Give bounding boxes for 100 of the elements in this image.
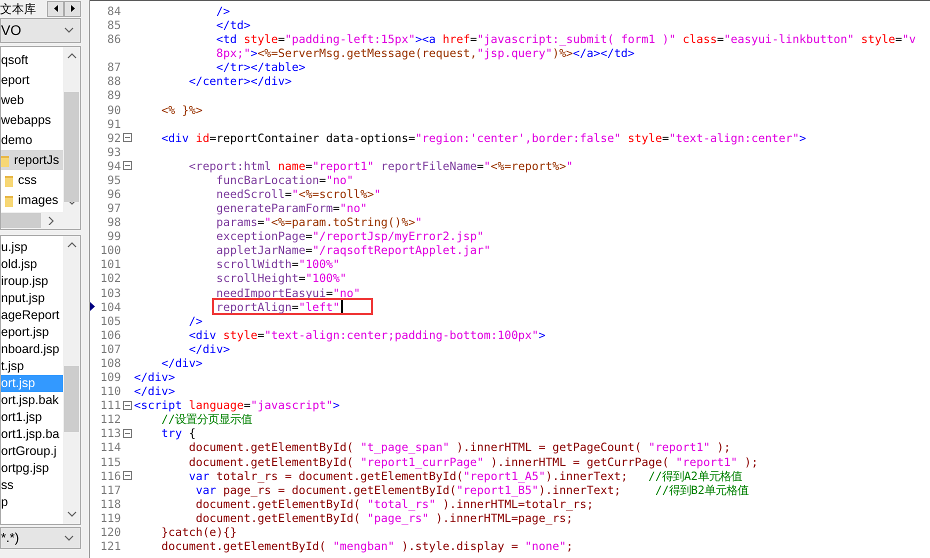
scrollbar[interactable]: [63, 236, 80, 524]
file-item[interactable]: ageReport: [1, 307, 63, 324]
line-number: 93: [106, 144, 121, 159]
line-number: 118: [99, 496, 121, 511]
code-line: <td style="padding-left:15px"><a href="javascript:_submit( form1 )" class="easyui-linkbutton" style="v: [215, 32, 916, 46]
line-number: 107: [99, 342, 121, 356]
chevron-down-icon: [64, 534, 74, 542]
code-line: generateParamForm="no": [215, 201, 368, 216]
horizontal-scrollbar[interactable]: [1, 212, 80, 229]
previous-button[interactable]: [47, 0, 64, 16]
line-number: 112: [99, 412, 121, 426]
tree-item[interactable]: demo: [1, 130, 63, 150]
code-line: </div>: [160, 356, 203, 370]
file-item[interactable]: p: [1, 494, 63, 511]
line-number: 109: [99, 370, 121, 384]
scroll-thumb[interactable]: [64, 92, 79, 202]
next-button[interactable]: [64, 0, 81, 16]
tree-item[interactable]: qsoft: [1, 50, 63, 70]
tree-item[interactable]: web: [1, 90, 63, 110]
line-number: 91: [106, 116, 121, 131]
code-line: }catch(e){}: [160, 524, 237, 539]
code-line: exceptionPage="/reportJsp/myError2.jsp": [215, 229, 484, 244]
file-type-dropdown[interactable]: *.*): [0, 527, 81, 549]
code-line: <report:html name="report1" reportFileName="<%=report%>": [188, 158, 573, 173]
file-item[interactable]: nboard.jsp: [1, 341, 63, 358]
code-line: scrollHeight="100%": [215, 271, 347, 286]
code-line: try {: [160, 426, 196, 440]
file-item[interactable]: ort.jsp.bak: [1, 392, 63, 409]
code-line: />: [215, 4, 230, 18]
code-line: document.getElementById( "mengban" ).style.display = "none";: [160, 538, 573, 554]
fold-icon[interactable]: [123, 161, 132, 170]
drive-dropdown[interactable]: VO: [0, 18, 81, 43]
code-line: document.getElementById( "report1_currPage" ).innerHTML = getCurrPage( "report1" );: [188, 454, 758, 469]
code-line: </center></div>: [188, 74, 292, 88]
line-number: 88: [106, 74, 121, 88]
tree-item[interactable]: css: [1, 170, 63, 190]
line-number: 121: [99, 538, 121, 554]
code-line: 8px;"><%=ServerMsg.getMessage(request,"jsp.query")%></a></td>: [215, 46, 635, 60]
line-number: 84: [106, 4, 121, 18]
line-number: 120: [99, 524, 121, 539]
code-line: />: [188, 314, 203, 328]
line-number: 101: [99, 257, 121, 272]
file-item[interactable]: old.jsp: [1, 256, 63, 273]
scroll-up-icon: [66, 241, 76, 250]
line-number: 119: [99, 510, 121, 525]
code-line: appletJarName="/raqsoftReportApplet.jar": [215, 243, 491, 258]
line-number: 111: [99, 398, 121, 412]
code-line: <script language="javascript">: [134, 398, 340, 412]
code-line: needImportEasyui="no": [215, 286, 360, 300]
line-number: 85: [106, 18, 121, 32]
line-number: 94: [106, 158, 121, 173]
code-line: </div>: [134, 370, 176, 384]
file-item[interactable]: u.jsp: [1, 239, 63, 256]
code-line: document.getElementById( "total_rs" ).innerHTML=totalr_rs;: [194, 496, 594, 511]
fold-icon[interactable]: [123, 428, 132, 438]
line-number: 102: [99, 271, 121, 286]
code-line: needScroll="<%=scroll%>": [215, 187, 381, 202]
scroll-thumb[interactable]: [64, 366, 79, 432]
code-line: </div>: [134, 384, 176, 398]
tree-item[interactable]: eport: [1, 70, 63, 90]
line-number: 103: [99, 286, 121, 300]
panel-tab[interactable]: 文本库: [0, 0, 36, 18]
line-number: 105: [99, 314, 121, 328]
file-item[interactable]: ort1.jsp.ba: [1, 426, 63, 443]
file-item[interactable]: ss: [1, 477, 63, 494]
line-number: 117: [99, 482, 121, 497]
line-number: 108: [99, 356, 121, 370]
line-number: 115: [99, 454, 121, 469]
fold-icon[interactable]: [123, 133, 132, 142]
file-item[interactable]: ortGroup.j: [1, 443, 63, 460]
scroll-up-icon: [66, 52, 76, 61]
line-number: 87: [106, 60, 121, 74]
code-line: </tr></table>: [215, 60, 306, 74]
tree-item[interactable]: webapps: [1, 110, 63, 130]
file-item[interactable]: eport.jsp: [1, 324, 63, 341]
code-line: <div id=reportContainer data-options="region:'center',border:false" style="text-align:center">: [160, 130, 806, 145]
file-item[interactable]: t.jsp: [1, 358, 63, 375]
fold-icon[interactable]: [123, 400, 132, 410]
line-number: 99: [106, 229, 121, 244]
folder-icon: [5, 174, 13, 186]
line-number: 92: [106, 130, 121, 145]
file-item[interactable]: ortpg.jsp: [1, 460, 63, 477]
fold-icon[interactable]: [123, 471, 132, 480]
line-number: 116: [99, 468, 121, 483]
tree-item[interactable]: images: [1, 190, 63, 210]
scroll-thumb[interactable]: [1, 213, 41, 228]
tree-item[interactable]: reportJs: [1, 150, 63, 170]
code-line: funcBarLocation="no": [215, 172, 354, 188]
code-line: <div style="text-align:center;padding-bottom:100px">: [188, 328, 546, 342]
line-number: 89: [106, 88, 121, 103]
file-item[interactable]: ort1.jsp: [1, 409, 63, 426]
file-item[interactable]: nput.jsp: [1, 290, 63, 307]
chevron-down-icon: [64, 26, 74, 35]
line-number: 114: [99, 440, 121, 454]
code-line: //设置分页显示值: [160, 412, 252, 426]
right-triangle-icon: [70, 5, 74, 12]
file-item[interactable]: iroup.jsp: [1, 273, 63, 290]
scrollbar[interactable]: [63, 47, 80, 212]
code-line: </div>: [188, 342, 230, 356]
line-number: 104: [99, 300, 121, 314]
